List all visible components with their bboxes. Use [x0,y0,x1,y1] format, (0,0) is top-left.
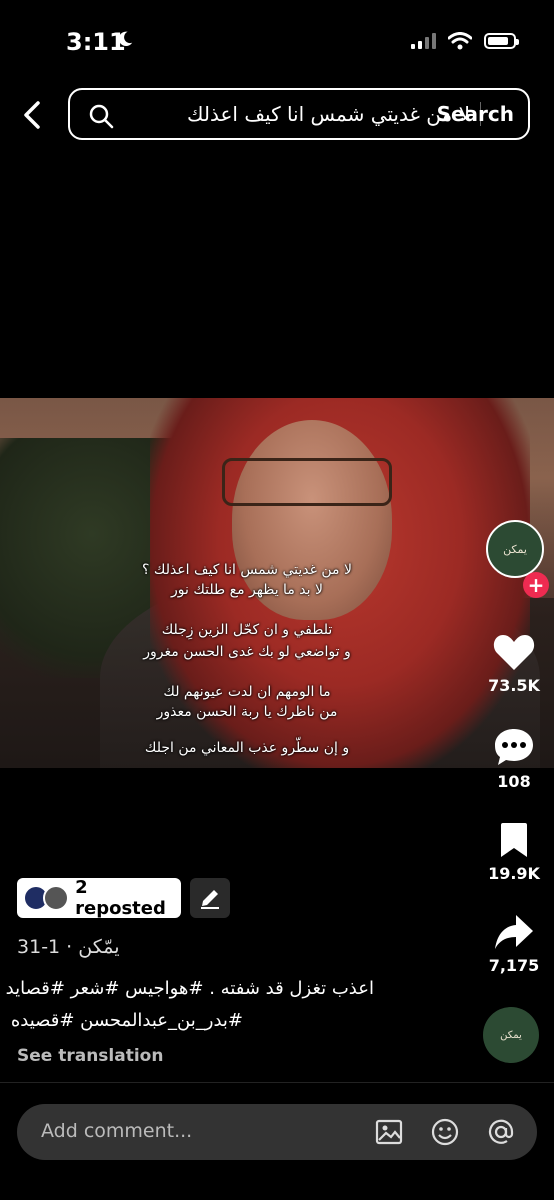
creator-avatar[interactable]: يمكن [486,520,544,578]
save-button[interactable]: 19.9K [464,820,554,883]
divider [0,1082,554,1083]
status-icons [411,32,519,50]
image-icon[interactable] [375,1118,403,1146]
status-bar: 3:11 [0,0,554,84]
reposted-chip[interactable]: 2 reposted [17,877,181,919]
bookmark-icon [501,823,527,857]
share-icon [495,915,533,949]
heart-icon [493,635,535,670]
lyric-line: من ناظرك يا ربة الحسن معذور [156,704,338,720]
comment-button[interactable]: 108 [464,726,554,791]
emoji-icon[interactable] [431,1118,459,1146]
edit-button[interactable] [190,878,230,918]
comment-input[interactable]: Add comment... [41,1120,192,1142]
lyric-line: لا بد ما يظهر مع طلتك نور [171,582,323,598]
repost-label: 2 reposted [75,877,166,919]
like-button[interactable]: 73.5K [464,632,554,695]
search-button[interactable]: Search [437,102,514,126]
comment-bar[interactable]: Add comment... [17,1104,537,1160]
lyric-line: و إن سطّرو عذب المعاني من اجلك [144,740,350,756]
share-button[interactable]: 7,175 [464,912,554,975]
avatar-text: يمكن [503,542,527,556]
author-line[interactable]: يمّكن · 1-31 [17,936,120,958]
lyric-line: ما الومهم ان لدت عيونهم لك [163,684,331,700]
see-translation-link[interactable]: See translation [17,1046,163,1066]
signal-icon [411,33,436,49]
search-bar[interactable]: لا من غديتي شمس انا كيف اعذلك Search [68,88,530,140]
caption-line: #بدر_بن_عبدالمحسن #قصيده [10,1010,243,1031]
save-count: 19.9K [488,864,540,883]
lyric-line: لا من غديتي شمس انا كيف اعذلك ؟ [142,562,352,578]
comment-icon [495,729,533,765]
back-button[interactable] [18,98,48,132]
lyric-line: تلطفي و ان كحّل الزين زِجلك [161,622,333,638]
like-count: 73.5K [488,676,540,695]
pencil-icon [201,890,219,909]
caption-line: اعذب تغزل قد شفته . #هواجيس #شعر #قصايد [5,978,374,999]
lyric-line: و تواضعي لو بك غدى الحسن مغرور [143,644,351,660]
mention-icon[interactable] [487,1118,515,1146]
follow-plus-button[interactable]: + [523,572,549,598]
avatar [43,885,69,911]
share-count: 7,175 [488,956,540,975]
repost-avatars [21,882,75,914]
moon-icon [118,31,133,47]
music-disc[interactable]: يمكن [483,1007,539,1063]
music-disc-text: يمكن [500,1029,522,1041]
battery-icon [484,33,519,49]
search-input[interactable]: لا من غديتي شمس انا كيف اعذلك [122,102,470,126]
search-icon [89,104,114,129]
wifi-icon [448,32,472,50]
comment-count: 108 [497,772,531,791]
